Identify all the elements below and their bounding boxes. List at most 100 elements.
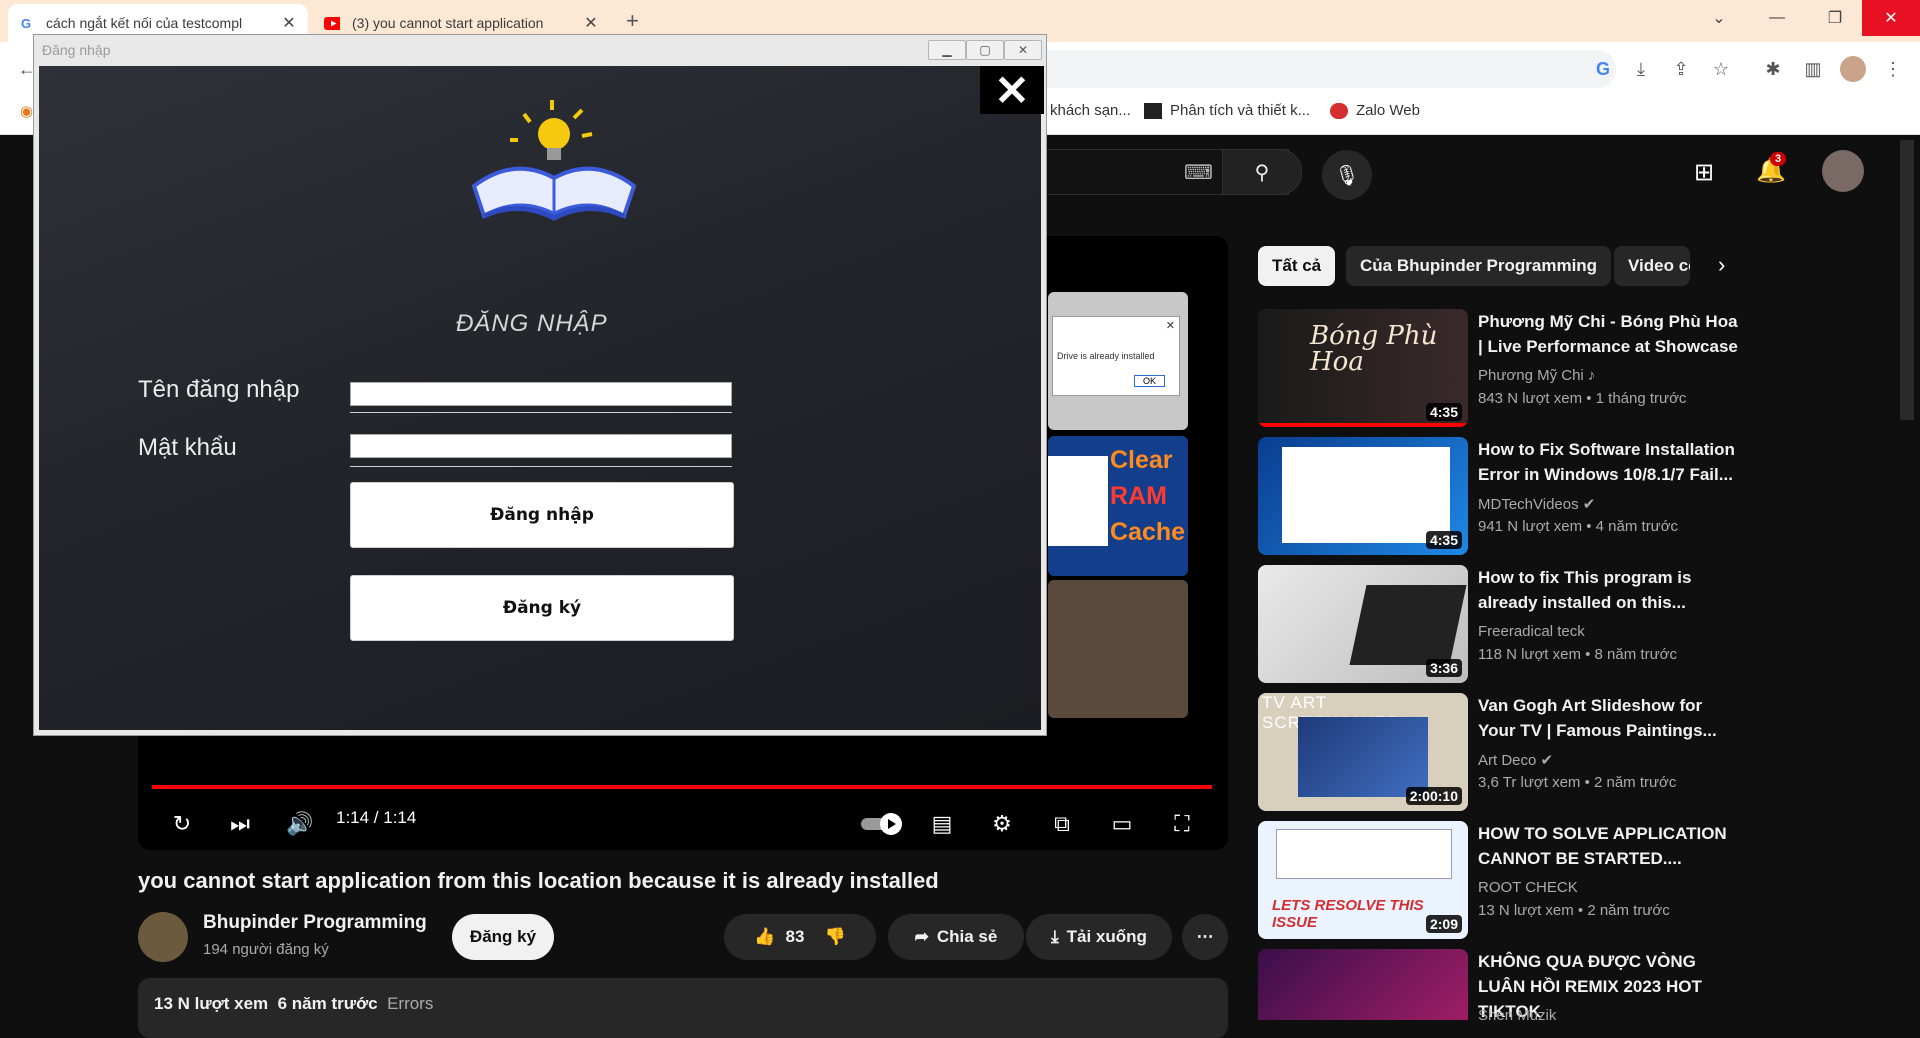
- side-panel-icon[interactable]: ▥: [1800, 56, 1826, 82]
- recommendation-item[interactable]: LETS RESOLVE THIS ISSUE 2:09 HOW TO SOLV…: [1258, 821, 1908, 941]
- close-tab-icon[interactable]: ✕: [280, 13, 298, 33]
- youtube-icon: [324, 15, 340, 31]
- login-heading: ĐĂNG NHẬP: [456, 310, 608, 337]
- bookmark-item[interactable]: khách sạn...: [1050, 102, 1131, 119]
- bookmark-item[interactable]: Zalo Web: [1330, 102, 1420, 119]
- autoplay-toggle[interactable]: [860, 806, 906, 842]
- time-readout: 1:14 / 1:14: [336, 808, 417, 827]
- password-underline: [350, 466, 732, 467]
- description-meta: 13 N lượt xem 6 năm trước Errors: [154, 994, 433, 1014]
- menu-kebab-icon[interactable]: ⋮: [1880, 56, 1906, 82]
- minimize-window-icon[interactable]: —: [1748, 0, 1806, 36]
- miniplayer-icon[interactable]: ⧉: [1044, 806, 1080, 842]
- close-tab-icon[interactable]: ✕: [582, 13, 600, 33]
- new-tab-button[interactable]: +: [626, 8, 639, 34]
- thumbnail: 4:35: [1258, 437, 1468, 555]
- hashtag[interactable]: Errors: [387, 994, 433, 1013]
- chevron-right-icon[interactable]: ›: [1718, 252, 1725, 278]
- recommendation-meta: 118 N lượt xem • 8 năm trước: [1478, 646, 1677, 663]
- subscribe-button[interactable]: Đăng ký: [452, 914, 554, 960]
- thumbnail: TV ART SCREENSAVER 2:00:10: [1258, 693, 1468, 811]
- recommendation-item[interactable]: 4:35 How to Fix Software Installation Er…: [1258, 437, 1908, 557]
- chip-channel[interactable]: Của Bhupinder Programming: [1346, 246, 1612, 286]
- bookmark-label: Zalo Web: [1356, 102, 1420, 119]
- duration-badge: 4:35: [1425, 531, 1462, 549]
- endscreen-card-2[interactable]: Clear RAM Cache: [1048, 436, 1188, 576]
- thumbnail-window: [1282, 447, 1450, 543]
- login-button[interactable]: Đăng nhập: [350, 482, 734, 548]
- dialog-close-icon[interactable]: ✕: [1004, 40, 1042, 60]
- next-video-icon[interactable]: ⏭: [222, 806, 258, 842]
- bookmark-star-icon[interactable]: ☆: [1708, 56, 1734, 82]
- book-lightbulb-logo: [464, 96, 644, 237]
- password-input[interactable]: [350, 434, 732, 458]
- bookmark-item[interactable]: Phân tích và thiết k...: [1144, 102, 1310, 119]
- bookmark-icon[interactable]: ◉: [20, 102, 33, 120]
- tab-title: (3) you cannot start application: [352, 15, 544, 31]
- recommendation-item[interactable]: 3:36 How to fix This program is already …: [1258, 565, 1908, 685]
- duration-badge: 3:36: [1425, 659, 1462, 677]
- bookmark-label: khách sạn...: [1050, 102, 1131, 119]
- share-button[interactable]: ➦ Chia sẻ: [888, 914, 1024, 960]
- dialog-minimize-icon[interactable]: ▁: [928, 40, 966, 60]
- thumbnail-laptop: [1349, 585, 1467, 665]
- chip-all[interactable]: Tất cả: [1258, 246, 1336, 286]
- duration-badge: 2:09: [1425, 915, 1462, 933]
- tab-search-chevron-icon[interactable]: ⌄: [1690, 0, 1748, 36]
- channel-avatar[interactable]: [138, 912, 188, 962]
- subtitles-icon[interactable]: ▤: [924, 806, 960, 842]
- close-icon[interactable]: ✕: [980, 66, 1044, 114]
- thumbnail: LETS RESOLVE THIS ISSUE 2:09: [1258, 821, 1468, 939]
- video-title: you cannot start application from this l…: [138, 868, 939, 893]
- like-dislike-group: 👍 83 👎: [724, 914, 876, 960]
- duration-badge: 4:35: [1425, 403, 1462, 421]
- recommendation-channel: Freeradical teck: [1478, 623, 1585, 640]
- settings-gear-icon[interactable]: ⚙: [984, 806, 1020, 842]
- recommendation-item[interactable]: Bóng Phù Hoa 4:35 Phương Mỹ Chi - Bóng P…: [1258, 309, 1908, 429]
- dislike-icon[interactable]: 👎: [824, 927, 845, 947]
- account-avatar[interactable]: [1822, 150, 1864, 192]
- recommendation-channel: ROOT CHECK: [1478, 879, 1578, 896]
- fullscreen-icon[interactable]: ⛶: [1164, 806, 1200, 842]
- popup-close-icon: ✕: [1165, 320, 1175, 332]
- login-window-title: Đăng nhập: [42, 42, 111, 58]
- ram-word: RAM: [1110, 482, 1167, 510]
- profile-avatar[interactable]: [1840, 56, 1866, 82]
- recommendation-meta: 3,6 Tr lượt xem • 2 năm trước: [1478, 774, 1677, 791]
- popup-text: Drive is already installed: [1057, 351, 1155, 361]
- video-progress-bar[interactable]: [152, 785, 1212, 789]
- username-input[interactable]: [350, 382, 732, 406]
- like-icon[interactable]: 👍: [754, 927, 775, 947]
- google-lens-icon[interactable]: G: [1590, 56, 1616, 82]
- close-window-icon[interactable]: ✕: [1862, 0, 1920, 36]
- google-icon: G: [20, 15, 32, 31]
- restore-window-icon[interactable]: ❐: [1806, 0, 1864, 36]
- endscreen-card-1[interactable]: ✕ Drive is already installed OK: [1048, 292, 1188, 430]
- volume-icon[interactable]: 🔊: [282, 806, 318, 842]
- search-button[interactable]: ⚲: [1222, 149, 1302, 195]
- extensions-puzzle-icon[interactable]: ✱: [1760, 56, 1786, 82]
- register-button[interactable]: Đăng ký: [350, 575, 734, 641]
- download-button[interactable]: ⤓ Tải xuống: [1026, 914, 1172, 960]
- recommendation-channel: Shen Muzik: [1478, 1007, 1557, 1020]
- recommendation-meta: 13 N lượt xem • 2 năm trước: [1478, 902, 1670, 919]
- tab-title: cách ngắt kết nối của testcompl: [46, 15, 243, 31]
- install-app-icon[interactable]: ⤓: [1628, 56, 1654, 82]
- recommendation-title: How to Fix Software Installation Error i…: [1478, 440, 1735, 484]
- dialog-maximize-icon[interactable]: ▢: [966, 40, 1004, 60]
- replay-icon[interactable]: ↻: [164, 806, 200, 842]
- create-video-icon[interactable]: ⊞: [1694, 158, 1714, 187]
- chip-videos[interactable]: Video có: [1614, 246, 1690, 286]
- username-underline: [350, 412, 732, 413]
- keyboard-icon[interactable]: ⌨: [1184, 160, 1213, 185]
- more-horizontal-icon: ⋯: [1196, 927, 1214, 946]
- share-icon[interactable]: ⇪: [1668, 56, 1694, 82]
- theater-mode-icon[interactable]: ▭: [1104, 806, 1140, 842]
- recommendation-item[interactable]: TV ART SCREENSAVER 2:00:10 Van Gogh Art …: [1258, 693, 1908, 813]
- recommendation-item[interactable]: KHÔNG QUA ĐƯỢC VÒNG LUÂN HỒI REMIX 2023 …: [1258, 949, 1908, 1020]
- endscreen-card-3[interactable]: [1048, 580, 1188, 718]
- clear-word: Clear: [1110, 446, 1173, 474]
- channel-name[interactable]: Bhupinder Programming: [203, 912, 427, 934]
- more-actions-button[interactable]: ⋯: [1182, 914, 1228, 960]
- voice-search-button[interactable]: 🎙: [1322, 150, 1372, 200]
